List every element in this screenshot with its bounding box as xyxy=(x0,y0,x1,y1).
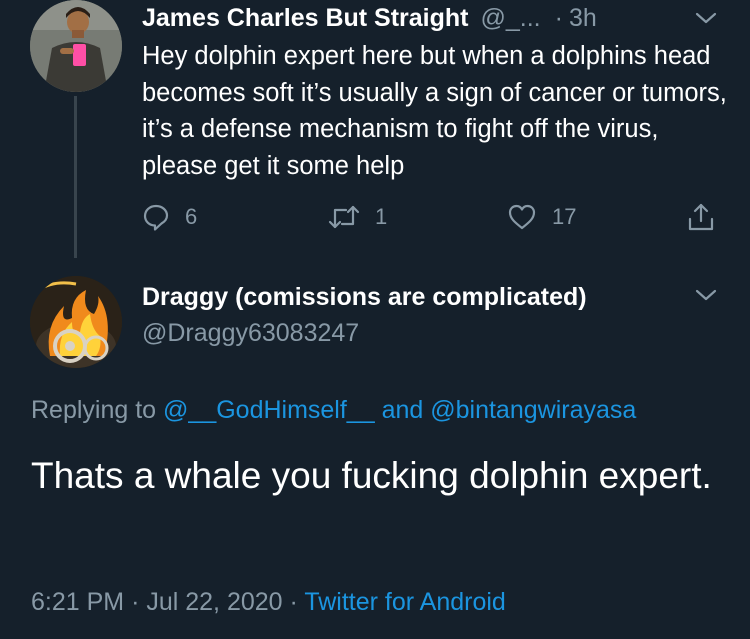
share-icon xyxy=(688,203,714,231)
replying-prefix: Replying to xyxy=(31,396,157,424)
chevron-down-icon[interactable] xyxy=(693,9,719,27)
source-link[interactable]: Twitter for Android xyxy=(304,588,505,616)
user-handle[interactable]: @_... xyxy=(481,4,541,33)
retweet-button[interactable]: 1 xyxy=(327,200,387,234)
flaming-wheel-avatar-icon[interactable] xyxy=(30,276,122,368)
tweet-date[interactable]: Jul 22, 2020 xyxy=(146,588,282,616)
user-avatar-icon[interactable] xyxy=(30,0,122,92)
tweet-metadata: 6:21 PM · Jul 22, 2020 · Twitter for And… xyxy=(31,588,506,617)
tweet-header: James Charles But Straight @_... · 3h xyxy=(142,0,732,36)
mention-link[interactable]: @__GodHimself__ xyxy=(163,396,375,424)
retweet-icon xyxy=(328,205,360,229)
display-name[interactable]: Draggy (comissions are complicated) xyxy=(142,283,587,312)
reply-icon xyxy=(143,204,169,231)
like-icon xyxy=(508,204,536,230)
tweet-time[interactable]: 6:21 PM xyxy=(31,588,124,616)
display-name[interactable]: James Charles But Straight xyxy=(142,4,469,33)
like-button[interactable]: 17 xyxy=(506,200,576,234)
tweet-text: Hey dolphin expert here but when a dolph… xyxy=(142,42,727,180)
chevron-down-icon[interactable] xyxy=(693,286,719,304)
mention-link[interactable]: @bintangwirayasa xyxy=(430,396,636,424)
user-handle[interactable]: @Draggy63083247 xyxy=(142,319,359,348)
share-button[interactable] xyxy=(685,200,717,234)
tweet-time[interactable]: 3h xyxy=(569,4,597,33)
tweet-text: Thats a whale you fucking dolphin expert… xyxy=(31,455,712,496)
separator-dot: · xyxy=(131,588,140,616)
separator-dot: · xyxy=(289,588,298,616)
retweet-count: 1 xyxy=(375,204,388,229)
like-count: 17 xyxy=(552,204,577,229)
thread-connector-line xyxy=(74,96,77,258)
replying-to-line: Replying to @__GodHimself__ and @bintang… xyxy=(31,396,636,425)
mention-conjunction[interactable]: and xyxy=(382,396,424,424)
reply-button[interactable]: 6 xyxy=(141,200,197,234)
separator-dot: · xyxy=(554,3,563,32)
reply-count: 6 xyxy=(185,204,198,229)
